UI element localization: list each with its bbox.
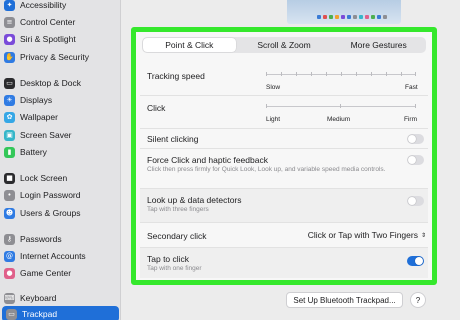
force-click-toggle[interactable]	[407, 155, 424, 165]
chevron-up-down-icon: ⇕	[420, 231, 426, 239]
trackpad-icon: ▭	[6, 308, 17, 320]
secondary-click-value: Click or Tap with Two Fingers	[307, 230, 418, 240]
sidebar-item-wallpaper[interactable]: ✿ Wallpaper	[0, 109, 120, 125]
sidebar-item-battery[interactable]: ▮ Battery	[0, 144, 120, 160]
silent-clicking-toggle[interactable]	[407, 134, 424, 144]
firm-label: Firm	[404, 116, 417, 123]
sidebar-item-label: Trackpad	[22, 309, 58, 319]
sidebar-item-label: Screen Saver	[20, 130, 72, 140]
setup-bluetooth-trackpad-button[interactable]: Set Up Bluetooth Trackpad...	[286, 292, 403, 308]
sidebar-item-users-groups[interactable]: ☻ Users & Groups	[0, 205, 120, 221]
preview-dock	[317, 15, 387, 19]
at-icon: @	[4, 250, 15, 262]
display-icon: ☀	[4, 94, 15, 106]
tap-to-click-toggle[interactable]	[407, 256, 424, 266]
silent-clicking-row: Silent clicking	[140, 129, 428, 149]
main-content: Point & Click Scroll & Zoom More Gesture…	[121, 0, 460, 320]
tab-scroll-zoom[interactable]: Scroll & Zoom	[238, 38, 331, 52]
users-icon: ☻	[4, 207, 15, 219]
sidebar-item-internet-accounts[interactable]: @ Internet Accounts	[0, 248, 120, 264]
fast-label: Fast	[405, 84, 418, 91]
tap-to-click-description: Tap with one finger	[147, 265, 202, 272]
light-label: Light	[266, 116, 281, 123]
sidebar-item-label: Displays	[20, 95, 53, 105]
help-button[interactable]: ?	[410, 292, 426, 308]
look-up-toggle[interactable]	[407, 196, 424, 206]
tracking-speed-slider[interactable]	[266, 70, 416, 80]
sidebar-item-screen-saver[interactable]: ▣ Screen Saver	[0, 127, 120, 143]
dock-icon: ▭	[4, 77, 15, 89]
sidebar-item-lock-screen[interactable]: ■ Lock Screen	[0, 170, 120, 186]
force-click-description: Click then press firmly for Quick Look, …	[147, 166, 386, 173]
secondary-click-label: Secondary click	[147, 231, 207, 241]
click-slider[interactable]	[266, 102, 416, 112]
keyboard-icon: ⌨	[4, 292, 15, 304]
tap-to-click-label: Tap to click	[147, 254, 190, 264]
sidebar-item-label: Game Center	[20, 268, 72, 278]
hand-icon: ✋	[4, 51, 15, 63]
tab-more-gestures[interactable]: More Gestures	[332, 38, 425, 52]
sidebar-item-label: Control Center	[20, 17, 76, 27]
sidebar: ✦ Accessibility ≡ Control Center ● Siri …	[0, 0, 121, 320]
medium-label: Medium	[327, 116, 351, 123]
sidebar-item-label: Privacy & Security	[20, 52, 89, 62]
sidebar-item-trackpad[interactable]: ▭ Trackpad	[2, 306, 119, 320]
sidebar-item-label: Users & Groups	[20, 208, 81, 218]
sidebar-item-game-center[interactable]: ● Game Center	[0, 265, 120, 281]
force-click-row: Force Click and haptic feedback Click th…	[140, 149, 428, 189]
sidebar-item-label: Lock Screen	[20, 173, 68, 183]
siri-icon: ●	[4, 33, 15, 45]
sidebar-item-keyboard[interactable]: ⌨ Keyboard	[0, 290, 120, 306]
sidebar-item-login-password[interactable]: • Login Password	[0, 187, 120, 203]
sidebar-item-label: Passwords	[20, 234, 62, 244]
sidebar-item-label: Login Password	[20, 190, 81, 200]
sidebar-item-desktop-dock[interactable]: ▭ Desktop & Dock	[0, 75, 120, 91]
accessibility-icon: ✦	[4, 0, 15, 11]
look-up-label: Look up & data detectors	[147, 195, 242, 205]
sidebar-item-label: Siri & Spotlight	[20, 34, 76, 44]
sidebar-item-passwords[interactable]: ⚷ Passwords	[0, 231, 120, 247]
wallpaper-icon: ✿	[4, 111, 15, 123]
tab-bar: Point & Click Scroll & Zoom More Gesture…	[142, 37, 426, 53]
sidebar-item-siri-spotlight[interactable]: ● Siri & Spotlight	[0, 31, 120, 47]
trackpad-preview-image	[287, 0, 401, 24]
sidebar-item-displays[interactable]: ☀ Displays	[0, 92, 120, 108]
sidebar-item-label: Desktop & Dock	[20, 78, 81, 88]
key-icon: ⚷	[4, 233, 15, 245]
secondary-click-popup[interactable]: Click or Tap with Two Fingers ⇕	[308, 230, 426, 240]
tab-point-click[interactable]: Point & Click	[143, 38, 236, 52]
sidebar-item-privacy-security[interactable]: ✋ Privacy & Security	[0, 49, 120, 65]
sidebar-item-control-center[interactable]: ≡ Control Center	[0, 14, 120, 30]
secondary-click-row: Secondary click Click or Tap with Two Fi…	[140, 223, 428, 248]
tracking-speed-row: Tracking speed Slow Fast	[140, 62, 428, 96]
battery-icon: ▮	[4, 146, 15, 158]
look-up-row: Look up & data detectors Tap with three …	[140, 189, 428, 223]
password-icon: •	[4, 189, 15, 201]
sidebar-item-label: Keyboard	[20, 293, 57, 303]
sidebar-item-label: Accessibility	[20, 0, 67, 10]
game-center-icon: ●	[4, 267, 15, 279]
sidebar-item-accessibility[interactable]: ✦ Accessibility	[0, 0, 120, 13]
click-row: Click Light Medium Firm	[140, 96, 428, 129]
silent-clicking-label: Silent clicking	[147, 134, 199, 144]
sidebar-item-label: Wallpaper	[20, 112, 58, 122]
tracking-speed-label: Tracking speed	[147, 71, 205, 81]
force-click-label: Force Click and haptic feedback	[147, 155, 268, 165]
look-up-description: Tap with three fingers	[147, 206, 209, 213]
screen-saver-icon: ▣	[4, 129, 15, 141]
tap-to-click-row: Tap to click Tap with one finger	[140, 248, 428, 278]
lock-icon: ■	[4, 172, 15, 184]
control-center-icon: ≡	[4, 16, 15, 28]
sidebar-item-label: Battery	[20, 147, 47, 157]
sidebar-item-label: Internet Accounts	[20, 251, 86, 261]
slow-label: Slow	[266, 84, 281, 91]
click-label: Click	[147, 103, 166, 113]
settings-panel: Point & Click Scroll & Zoom More Gesture…	[131, 27, 437, 285]
